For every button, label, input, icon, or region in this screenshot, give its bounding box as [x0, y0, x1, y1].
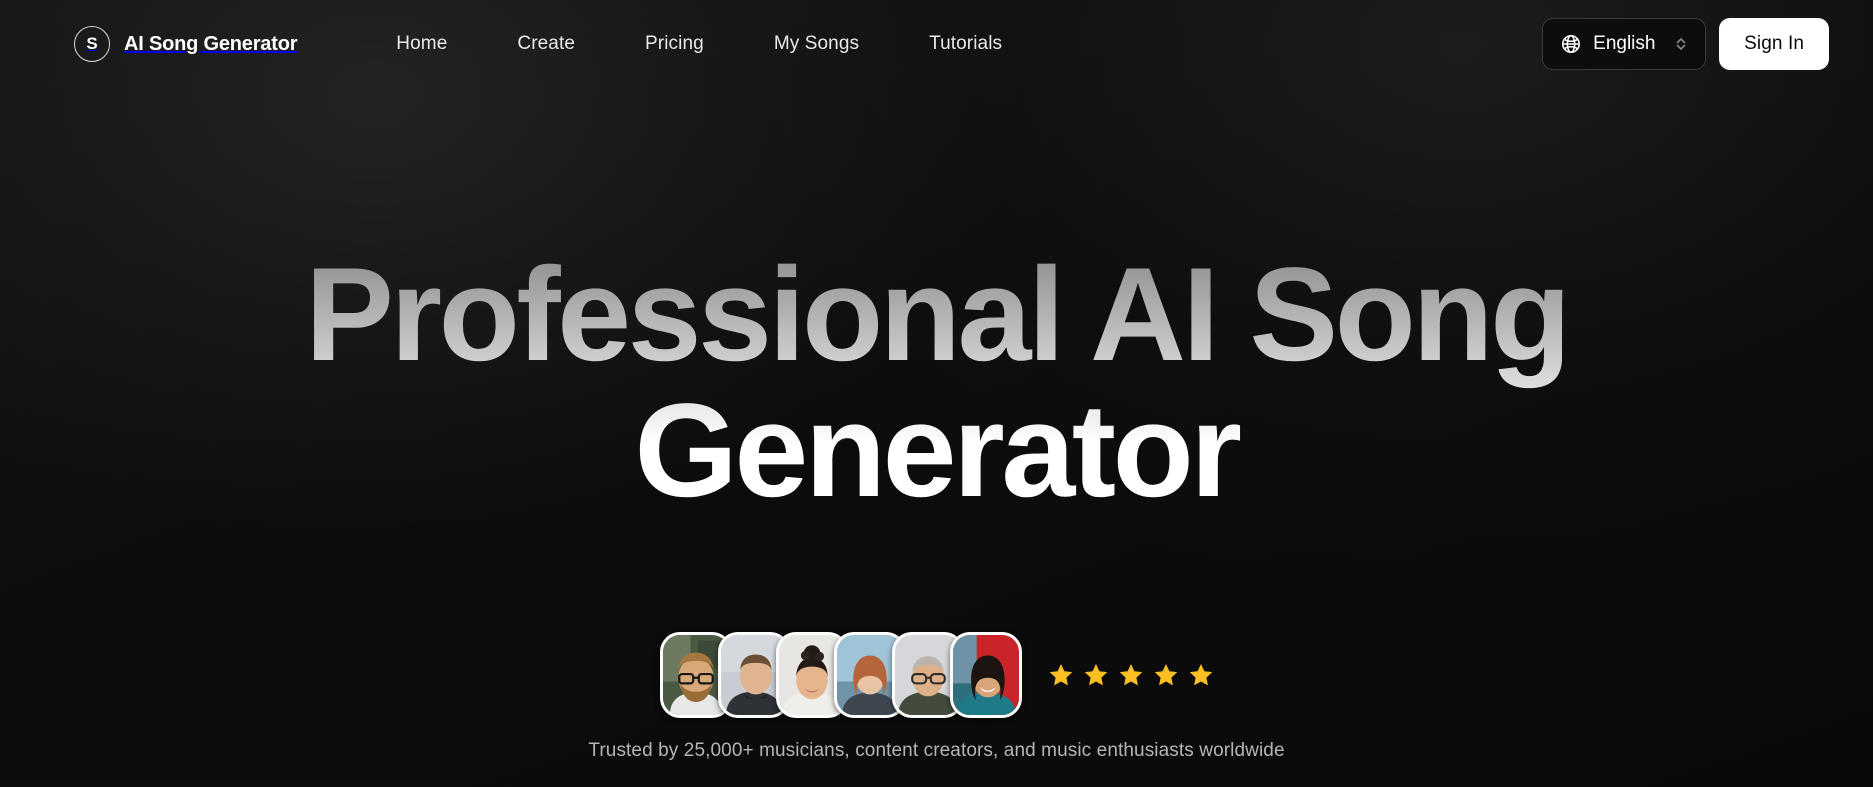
circle-s-logo-icon: S: [74, 26, 110, 62]
nav-link-my-songs[interactable]: My Songs: [739, 23, 894, 65]
avatar: [949, 632, 1022, 718]
star-filled-icon: [1084, 663, 1107, 686]
top-navigation-bar: S AI Song Generator Home Create Pricing …: [0, 0, 1873, 88]
star-filled-icon: [1154, 663, 1177, 686]
avatar-group: [659, 632, 1022, 718]
hero-title-line-1: Professional AI Song: [305, 241, 1568, 389]
page-title: Professional AI Song Generator: [0, 248, 1873, 519]
nav-right-controls: English Sign In: [1542, 18, 1829, 70]
star-filled-icon: [1119, 663, 1142, 686]
globe-icon: [1562, 34, 1581, 54]
sign-in-button[interactable]: Sign In: [1719, 18, 1829, 70]
social-proof-row: [0, 632, 1873, 718]
hero-page: S AI Song Generator Home Create Pricing …: [0, 0, 1873, 787]
nav-link-pricing[interactable]: Pricing: [610, 23, 739, 65]
nav-link-create[interactable]: Create: [482, 23, 610, 65]
brand-badge-letter: S: [86, 34, 98, 53]
language-selector[interactable]: English: [1542, 18, 1707, 70]
hero-title-line-2: Generator: [634, 376, 1239, 525]
language-selected-value: English: [1593, 33, 1656, 54]
nav-links: Home Create Pricing My Songs Tutorials: [361, 23, 1037, 65]
avatar-smiling-woman-red-bg: [952, 635, 1019, 715]
brand-name: AI Song Generator: [124, 32, 298, 55]
star-rating: [1048, 662, 1214, 688]
star-filled-icon: [1049, 663, 1072, 686]
nav-link-tutorials[interactable]: Tutorials: [894, 23, 1037, 65]
trusted-by-text: Trusted by 25,000+ musicians, content cr…: [588, 740, 1285, 761]
chevron-up-down-icon: [1676, 38, 1686, 50]
hero-section: Professional AI Song Generator: [0, 248, 1873, 519]
nav-link-home[interactable]: Home: [361, 23, 482, 65]
star-filled-icon: [1189, 663, 1212, 686]
brand-logo-link[interactable]: S AI Song Generator: [74, 26, 297, 62]
